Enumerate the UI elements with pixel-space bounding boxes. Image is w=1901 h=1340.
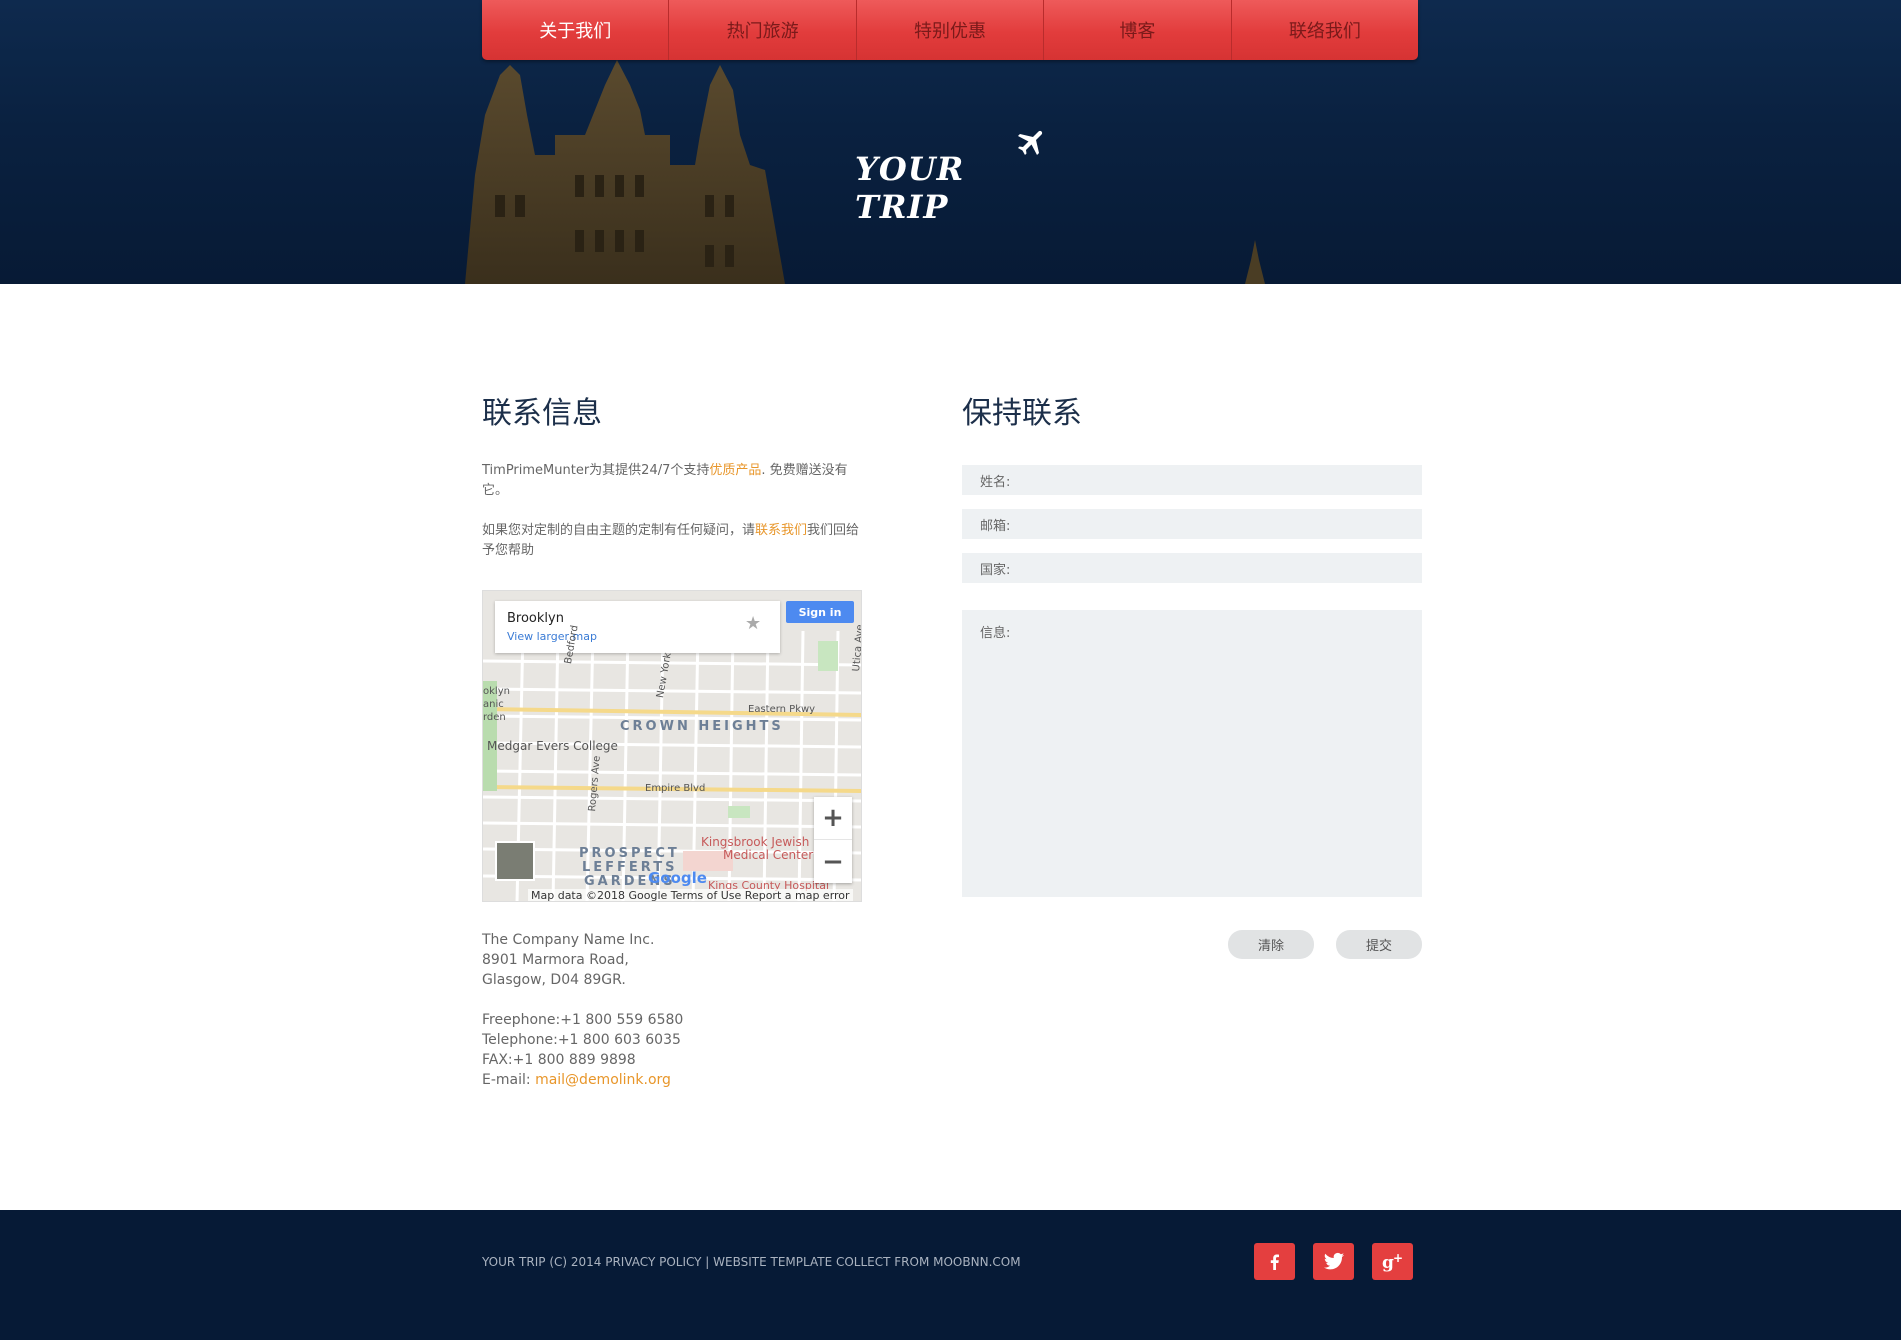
address-line: 8901 Marmora Road, bbox=[482, 952, 629, 968]
message-field[interactable]: 信息: bbox=[962, 610, 1422, 897]
map-info-card: Brooklyn View larger map ★ bbox=[495, 601, 780, 653]
twitter-icon[interactable] bbox=[1313, 1243, 1354, 1280]
map-label-empire: Empire Blvd bbox=[645, 783, 706, 794]
freephone: Freephone:+1 800 559 6580 bbox=[482, 1012, 684, 1028]
castle-image bbox=[465, 60, 785, 284]
country-label: 国家: bbox=[980, 562, 1011, 578]
view-larger-map-link[interactable]: View larger map bbox=[507, 630, 597, 643]
footer: YOUR TRIP (C) 2014 PRIVACY POLICY | WEBS… bbox=[0, 1210, 1901, 1340]
map-label-brooklyn-1: oklyn bbox=[483, 686, 510, 697]
country-field[interactable]: 国家: bbox=[962, 553, 1422, 583]
contact-us-link[interactable]: 联系我们 bbox=[755, 523, 807, 538]
airplane-icon bbox=[1017, 130, 1043, 156]
logo-text: YOUR TRIP bbox=[855, 150, 965, 226]
fax: FAX:+1 800 889 9898 bbox=[482, 1052, 636, 1068]
zoom-in-icon[interactable]: + bbox=[814, 797, 852, 840]
google-logo: Google bbox=[648, 869, 707, 887]
site-logo[interactable]: YOUR TRIP bbox=[855, 125, 1055, 226]
google-plus-icon[interactable]: g + bbox=[1372, 1243, 1413, 1280]
address-line: The Company Name Inc. bbox=[482, 932, 655, 948]
spire-image bbox=[1245, 240, 1265, 284]
contact-form-section: 保持联系 姓名: 邮箱: 国家: 信息: 清除 提交 bbox=[962, 395, 1422, 959]
nav-item-blog[interactable]: 博客 bbox=[1043, 0, 1230, 60]
help-paragraph: 如果您对定制的自由主题的定制有任何疑问，请联系我们我们回给予您帮助 bbox=[482, 521, 864, 561]
submit-button[interactable]: 提交 bbox=[1336, 930, 1422, 959]
contact-form-title: 保持联系 bbox=[962, 396, 1082, 431]
intro-paragraph: TimPrimeMunter为其提供24/7个支持优质产品. 免费赠送没有它。 bbox=[482, 461, 864, 501]
company-address: The Company Name Inc. 8901 Marmora Road,… bbox=[482, 930, 864, 990]
main-nav: 关于我们 热门旅游 特别优惠 博客 联络我们 bbox=[482, 0, 1418, 60]
email-line: E-mail: mail@demolink.org bbox=[482, 1070, 864, 1090]
telephone: Telephone:+1 800 603 6035 bbox=[482, 1032, 681, 1048]
map-label-kingsbrook-2: Medical Center bbox=[723, 848, 814, 862]
map-attribution[interactable]: Map data ©2018 Google Terms of Use Repor… bbox=[528, 889, 853, 901]
map-area-prospect: PROSPECT bbox=[579, 846, 680, 861]
satellite-toggle[interactable] bbox=[495, 841, 535, 881]
star-icon[interactable]: ★ bbox=[745, 613, 761, 634]
google-map[interactable]: Brooklyn View larger map ★ Sign in oklyn… bbox=[482, 590, 862, 902]
help-text-1: 如果您对定制的自由主题的定制有任何疑问，请 bbox=[482, 523, 756, 538]
email-label: E-mail: bbox=[482, 1072, 536, 1088]
nav-item-special-offers[interactable]: 特别优惠 bbox=[855, 0, 1043, 60]
nav-item-about[interactable]: 关于我们 bbox=[482, 0, 668, 60]
map-sign-in-button[interactable]: Sign in bbox=[786, 601, 854, 623]
header-banner: 关于我们 热门旅游 特别优惠 博客 联络我们 YOUR TRIP bbox=[0, 0, 1901, 284]
map-area-crown-heights: CROWN HEIGHTS bbox=[620, 719, 784, 734]
map-label-kingsbrook-1: Kingsbrook Jewish bbox=[701, 835, 810, 849]
intro-text-1: TimPrimeMunter为其提供24/7个支持 bbox=[482, 463, 710, 478]
nav-item-contact[interactable]: 联络我们 bbox=[1230, 0, 1418, 60]
footer-copyright[interactable]: YOUR TRIP (C) 2014 PRIVACY POLICY | WEBS… bbox=[482, 1255, 1021, 1269]
email-field-label: 邮箱: bbox=[980, 518, 1011, 534]
email-field[interactable]: 邮箱: bbox=[962, 509, 1422, 539]
email-link[interactable]: mail@demolink.org bbox=[535, 1072, 671, 1088]
message-label: 信息: bbox=[980, 626, 1011, 641]
contact-numbers: Freephone:+1 800 559 6580 Telephone:+1 8… bbox=[482, 1010, 864, 1090]
zoom-out-icon[interactable]: − bbox=[814, 840, 852, 883]
map-label-brooklyn-2: anic bbox=[483, 699, 504, 710]
map-place-name: Brooklyn bbox=[507, 611, 564, 626]
map-label-brooklyn-3: rden bbox=[483, 712, 506, 723]
svg-text:+: + bbox=[1393, 1252, 1403, 1265]
map-label-eastern: Eastern Pkwy bbox=[748, 704, 816, 715]
contact-info-title: 联系信息 bbox=[482, 396, 602, 431]
contact-info-section: 联系信息 TimPrimeMunter为其提供24/7个支持优质产品. 免费赠送… bbox=[482, 395, 864, 1088]
map-zoom-control: + − bbox=[814, 797, 852, 883]
name-field[interactable]: 姓名: bbox=[962, 465, 1422, 495]
address-line: Glasgow, D04 89GR. bbox=[482, 972, 626, 988]
name-label: 姓名: bbox=[980, 474, 1011, 490]
map-label-medgar: Medgar Evers College bbox=[487, 739, 618, 753]
facebook-icon[interactable] bbox=[1254, 1243, 1295, 1280]
quality-products-link[interactable]: 优质产品 bbox=[709, 463, 761, 478]
clear-button[interactable]: 清除 bbox=[1228, 930, 1314, 959]
nav-item-hot-tours[interactable]: 热门旅游 bbox=[668, 0, 855, 60]
